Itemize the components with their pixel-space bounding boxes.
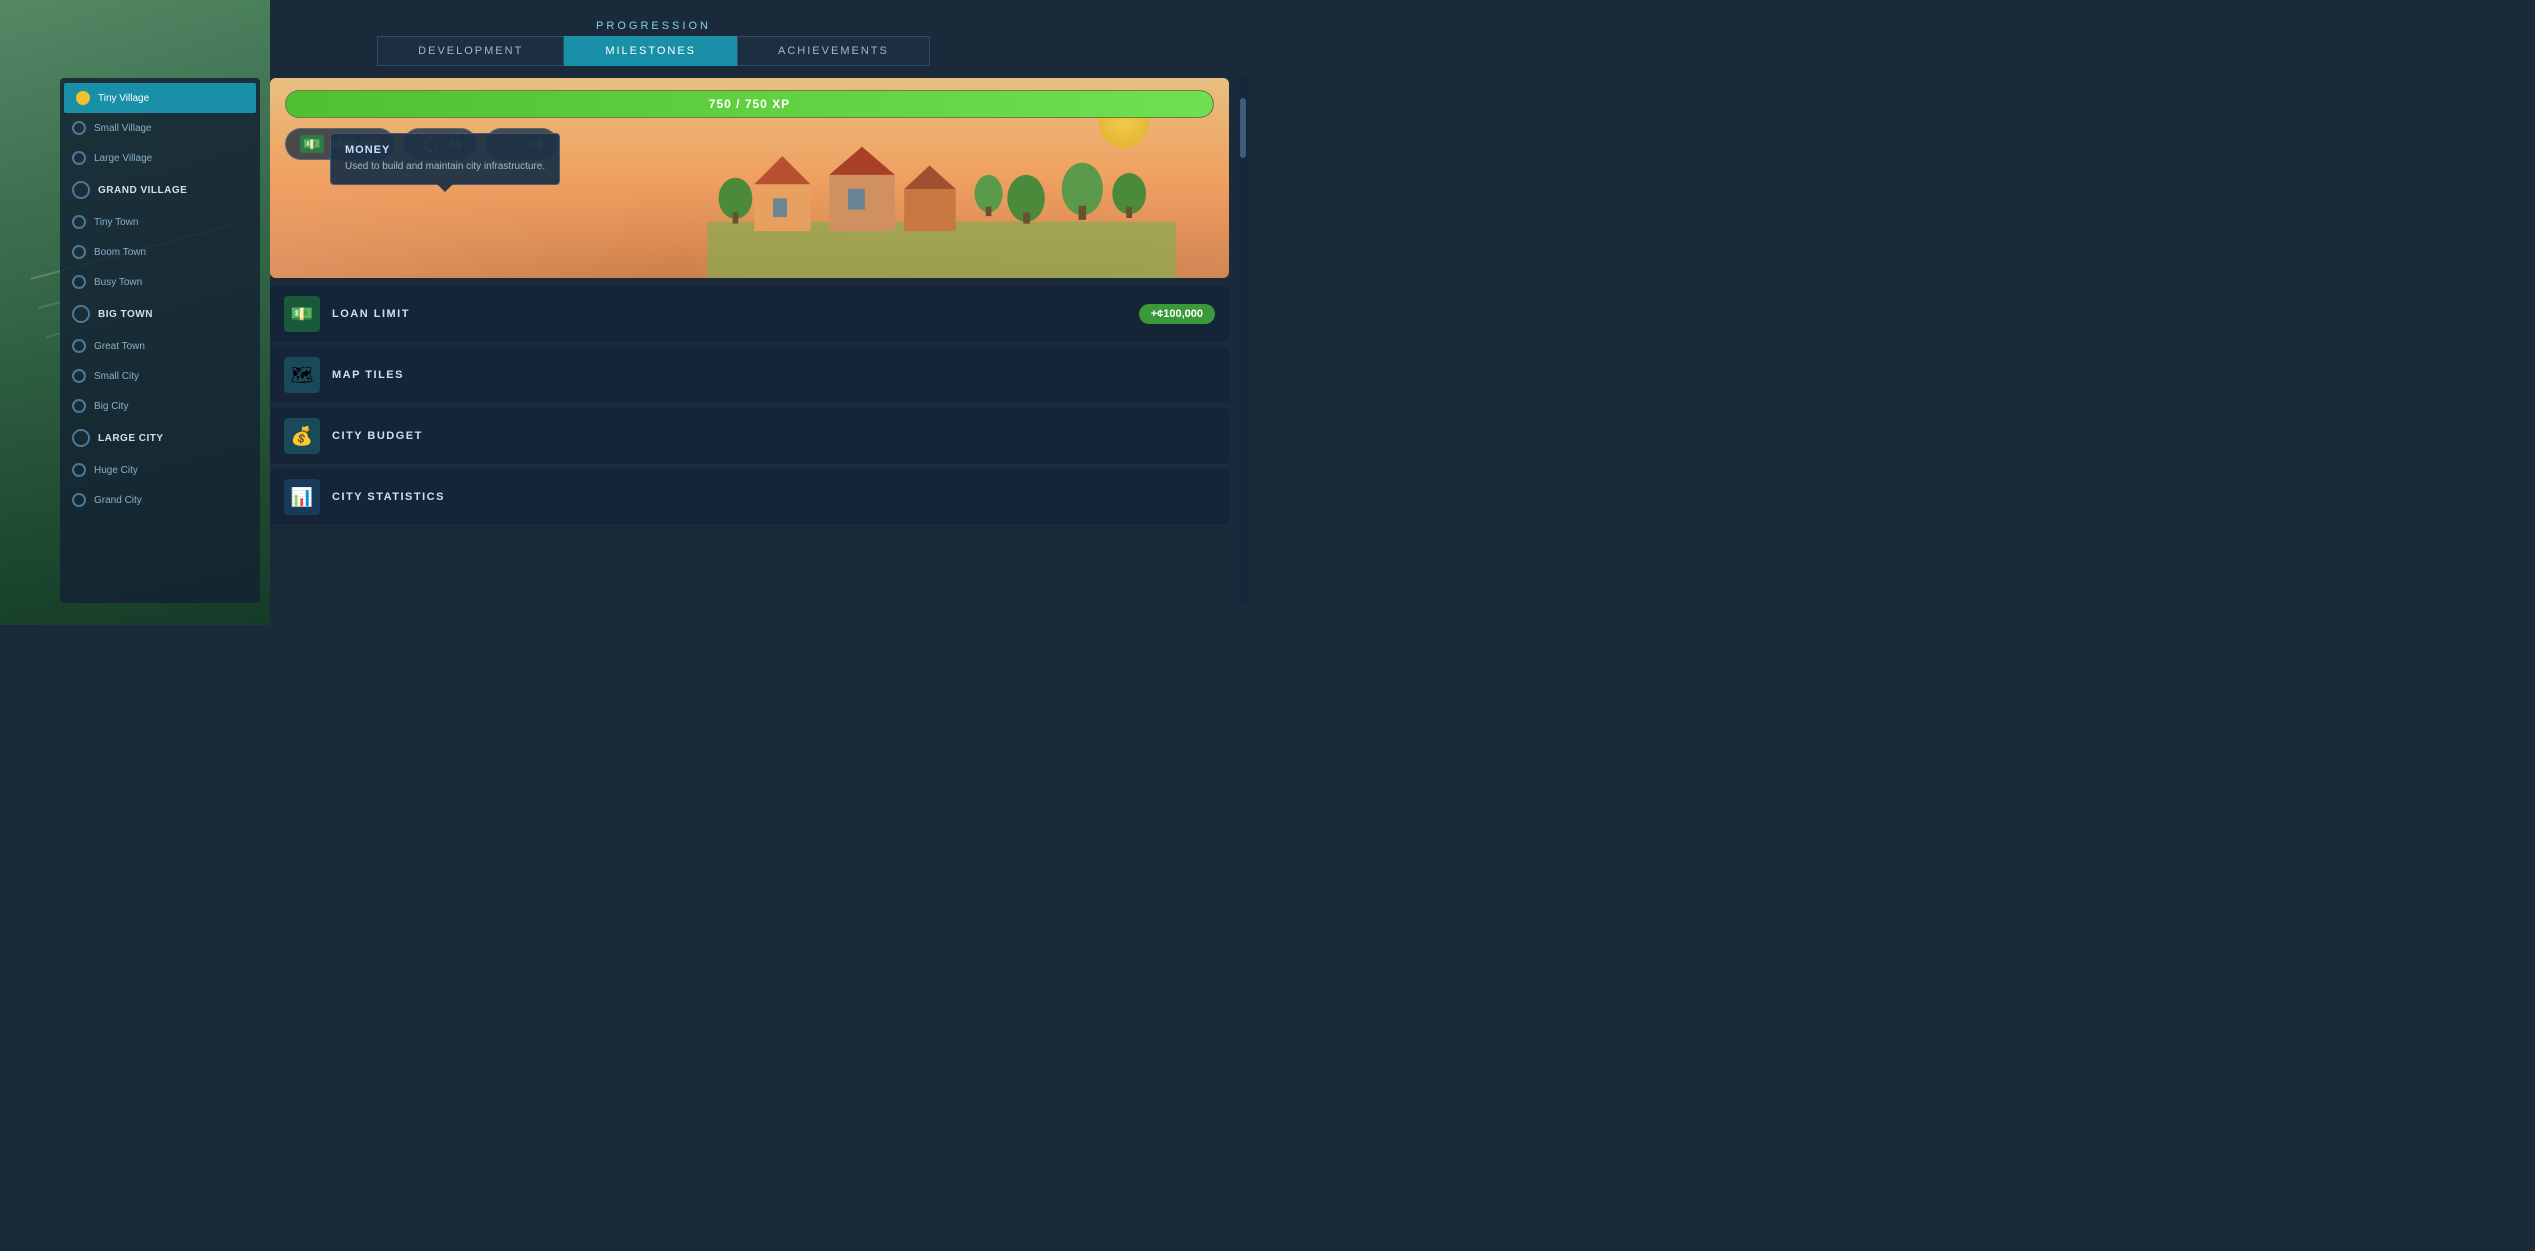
- circle-indicator: [72, 121, 86, 135]
- sidebar-item-big-city[interactable]: Big City: [60, 391, 260, 421]
- tooltip-title: MONEY: [345, 144, 545, 156]
- sidebar-item-busy-town[interactable]: Busy Town: [60, 267, 260, 297]
- circle-indicator: [72, 399, 86, 413]
- sidebar-item-big-town[interactable]: BIG TOWN: [60, 297, 260, 331]
- main-panel: PROGRESSION DEVELOPMENT MILESTONES ACHIE…: [60, 20, 1247, 605]
- milestone-sidebar[interactable]: Tiny Village Small Village Large Village…: [60, 78, 260, 603]
- sidebar-item-huge-city[interactable]: Huge City: [60, 455, 260, 485]
- unlock-item-loan-limit: 💵 LOAN LIMIT +¢100,000: [270, 286, 1229, 343]
- sidebar-item-label: Great Town: [94, 341, 145, 352]
- sidebar-item-grand-city[interactable]: Grand City: [60, 485, 260, 515]
- circle-indicator: [72, 493, 86, 507]
- xp-bar-container: 750 / 750 XP: [285, 90, 1214, 118]
- sidebar-item-label: Busy Town: [94, 277, 142, 288]
- sidebar-item-label: Large Village: [94, 153, 152, 164]
- sidebar-item-label: Tiny Town: [94, 217, 138, 228]
- unlockables-list: 💵 LOAN LIMIT +¢100,000 🗺 MAP TILES 💰 CIT…: [270, 286, 1229, 603]
- map-tiles-label: MAP TILES: [332, 369, 404, 381]
- circle-indicator: [72, 275, 86, 289]
- tab-development[interactable]: DEVELOPMENT: [377, 36, 564, 66]
- sidebar-item-large-city[interactable]: LARGE CITY: [60, 421, 260, 455]
- circle-indicator: [72, 339, 86, 353]
- tooltip-text: Used to build and maintain city infrastr…: [345, 160, 545, 174]
- sidebar-item-tiny-village[interactable]: Tiny Village: [64, 83, 256, 113]
- sidebar-item-label: Boom Town: [94, 247, 146, 258]
- sidebar-item-label: Small City: [94, 371, 139, 382]
- money-tooltip: MONEY Used to build and maintain city in…: [330, 133, 560, 185]
- content-area: Tiny Village Small Village Large Village…: [60, 78, 1247, 603]
- sidebar-item-label: Grand City: [94, 495, 142, 506]
- unlock-item-map-tiles: 🗺 MAP TILES: [270, 347, 1229, 404]
- sidebar-item-label: Big City: [94, 401, 128, 412]
- sidebar-item-boom-town[interactable]: Boom Town: [60, 237, 260, 267]
- city-budget-label: CITY BUDGET: [332, 430, 423, 442]
- scrollbar-track[interactable]: [1239, 78, 1247, 603]
- tab-achievements[interactable]: ACHIEVEMENTS: [737, 36, 930, 66]
- milestone-header-card: 750 / 750 XP 💵 ¢600,000 ⬡ +1: [270, 78, 1229, 278]
- city-budget-icon: 💰: [284, 418, 320, 454]
- circle-indicator-large: [72, 181, 90, 199]
- city-statistics-label: CITY STATISTICS: [332, 491, 445, 503]
- unlock-item-city-statistics: 📊 CITY STATISTICS: [270, 469, 1229, 526]
- sidebar-item-label: Tiny Village: [98, 93, 149, 104]
- sidebar-item-label: BIG TOWN: [98, 309, 153, 320]
- sidebar-item-tiny-town[interactable]: Tiny Town: [60, 207, 260, 237]
- circle-indicator: [72, 245, 86, 259]
- loan-limit-label: LOAN LIMIT: [332, 308, 410, 320]
- city-statistics-icon: 📊: [284, 479, 320, 515]
- money-icon: 💵: [300, 135, 324, 153]
- circle-indicator-large: [72, 305, 90, 323]
- circle-indicator-large: [72, 429, 90, 447]
- section-title: PROGRESSION: [60, 20, 1247, 32]
- loan-limit-value: +¢100,000: [1139, 304, 1215, 324]
- sidebar-item-large-village[interactable]: Large Village: [60, 143, 260, 173]
- sidebar-item-grand-village[interactable]: GRAND VILLAGE: [60, 173, 260, 207]
- circle-indicator: [72, 151, 86, 165]
- circle-indicator: [72, 215, 86, 229]
- sidebar-item-label: LARGE CITY: [98, 433, 164, 444]
- scrollbar-thumb[interactable]: [1240, 98, 1246, 158]
- tab-milestones[interactable]: MILESTONES: [564, 36, 737, 66]
- xp-bar-label: 750 / 750 XP: [709, 97, 790, 111]
- header: PROGRESSION DEVELOPMENT MILESTONES ACHIE…: [60, 20, 1247, 66]
- sidebar-item-small-village[interactable]: Small Village: [60, 113, 260, 143]
- xp-bar-fill: 750 / 750 XP: [286, 91, 1213, 117]
- circle-indicator: [72, 369, 86, 383]
- right-content: 750 / 750 XP 💵 ¢600,000 ⬡ +1: [270, 78, 1229, 603]
- tabs-container: DEVELOPMENT MILESTONES ACHIEVEMENTS: [60, 36, 1247, 66]
- sidebar-item-small-city[interactable]: Small City: [60, 361, 260, 391]
- circle-indicator: [76, 91, 90, 105]
- sidebar-item-great-town[interactable]: Great Town: [60, 331, 260, 361]
- sidebar-item-label: GRAND VILLAGE: [98, 185, 187, 196]
- circle-indicator: [72, 463, 86, 477]
- unlock-item-city-budget: 💰 CITY BUDGET: [270, 408, 1229, 465]
- map-tiles-icon: 🗺: [284, 357, 320, 393]
- sidebar-item-label: Small Village: [94, 123, 152, 134]
- sidebar-item-label: Huge City: [94, 465, 138, 476]
- loan-limit-icon: 💵: [284, 296, 320, 332]
